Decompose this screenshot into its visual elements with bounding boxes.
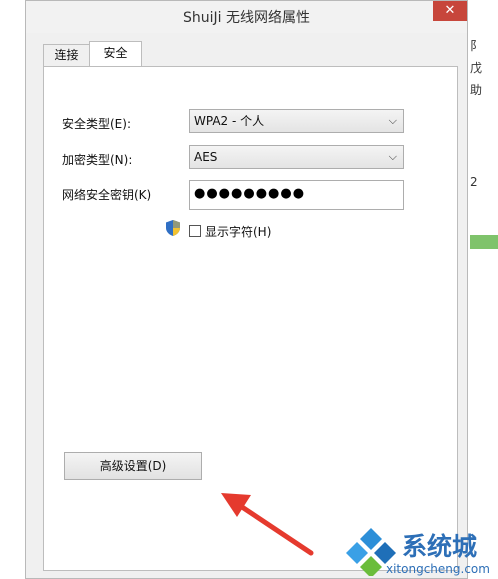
advanced-settings-button[interactable]: 高级设置(D) (64, 452, 202, 480)
brand-name: 系统城 (402, 532, 478, 561)
tab-security[interactable]: 安全 (89, 41, 142, 67)
encryption-type-select[interactable]: AES ⌵ (189, 145, 404, 169)
security-type-value: WPA2 - 个人 (194, 114, 265, 128)
background-char: 阝 (470, 39, 483, 53)
show-characters-label[interactable]: 显示字符(H) (205, 223, 271, 240)
show-characters-checkbox[interactable] (189, 225, 201, 237)
shield-icon (166, 220, 180, 236)
network-key-label: 网络安全密钥(K) (62, 188, 152, 202)
security-type-label: 安全类型(E): (62, 117, 131, 131)
encryption-type-value: AES (194, 150, 218, 164)
background-char: 2 (470, 175, 478, 189)
window-title: ShuiJi 无线网络属性 (183, 10, 310, 26)
security-type-select[interactable]: WPA2 - 个人 ⌵ (189, 109, 404, 133)
background-green-bar (470, 235, 498, 249)
title-bar[interactable]: ShuiJi 无线网络属性 ✕ (26, 1, 467, 33)
chevron-down-icon: ⌵ (388, 114, 397, 127)
network-key-input[interactable]: ●●●●●●●●● (189, 180, 404, 210)
background-char: 助 (470, 83, 483, 97)
encryption-type-label: 加密类型(N): (62, 153, 133, 167)
chevron-down-icon: ⌵ (388, 150, 397, 163)
background-char: 戊 (470, 61, 483, 75)
brand-url: xitongcheng.com (386, 562, 490, 576)
tab-connection[interactable]: 连接 (43, 44, 90, 66)
annotation-arrow-icon (221, 493, 314, 556)
close-button[interactable]: ✕ (433, 1, 467, 21)
